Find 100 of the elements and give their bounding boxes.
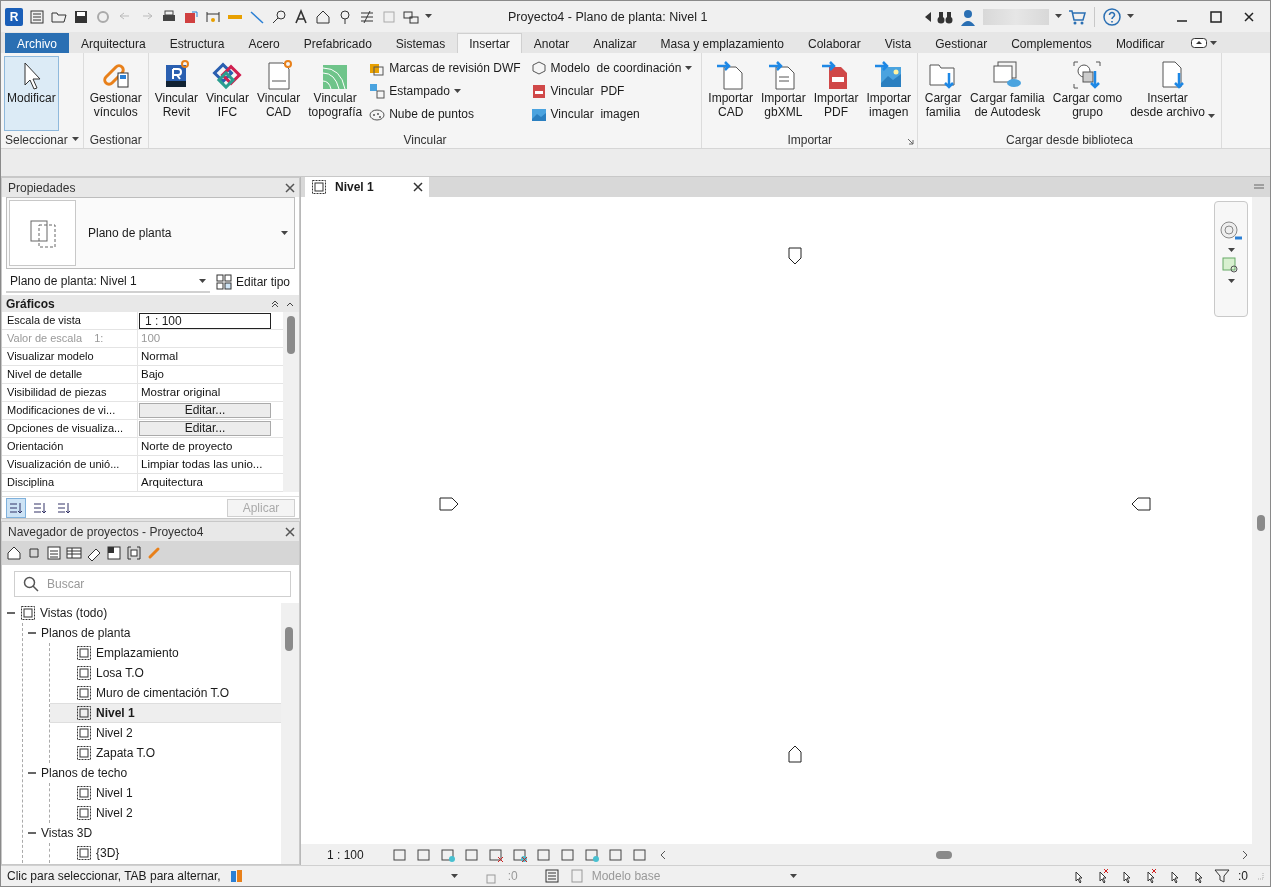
ribbon-tab[interactable]: Acero bbox=[236, 33, 292, 53]
properties-icon[interactable] bbox=[29, 8, 45, 25]
ribbon-tool[interactable]: Vincular Revit bbox=[151, 56, 201, 131]
ribbon-tab[interactable]: Prefabricado bbox=[291, 33, 384, 53]
thin-lines-icon[interactable] bbox=[359, 8, 375, 25]
file-menu-tab[interactable]: Archivo bbox=[5, 33, 69, 53]
help-icon[interactable] bbox=[1103, 7, 1121, 26]
window-close-icon[interactable] bbox=[1244, 11, 1254, 22]
save-icon[interactable] bbox=[73, 8, 89, 25]
tree-item[interactable]: Nivel 2 bbox=[50, 803, 281, 823]
group-icon[interactable] bbox=[126, 545, 142, 561]
type-selector[interactable]: Plano de planta bbox=[6, 197, 295, 269]
cart-icon[interactable] bbox=[1068, 8, 1086, 25]
schedule-icon[interactable] bbox=[46, 545, 62, 561]
scrollbar[interactable] bbox=[283, 312, 299, 492]
navigation-bar[interactable] bbox=[1214, 201, 1248, 317]
tree-item[interactable]: Vistas 3D bbox=[23, 823, 281, 843]
view-scale[interactable]: 1 : 100 bbox=[327, 847, 364, 862]
property-value[interactable]: Arquitectura bbox=[138, 474, 283, 491]
ribbon-tool[interactable]: Cargar como grupo bbox=[1049, 56, 1126, 131]
ribbon-tool[interactable]: Marcas de revisión DWF bbox=[369, 58, 525, 78]
maximize-icon[interactable] bbox=[1210, 10, 1222, 23]
instance-dropdown[interactable]: Plano de planta: Nivel 1 bbox=[6, 271, 210, 293]
ribbon-tab[interactable]: Colaborar bbox=[795, 33, 873, 53]
left-arrow-icon[interactable] bbox=[925, 11, 931, 22]
worksets-icon[interactable] bbox=[228, 868, 245, 884]
ribbon-tool[interactable]: Importar gbXML bbox=[758, 56, 809, 131]
crop-view-icon[interactable] bbox=[487, 846, 504, 863]
tree-item[interactable]: Nivel 2 bbox=[50, 723, 281, 743]
home-icon[interactable] bbox=[315, 8, 331, 25]
panel-close-icon[interactable] bbox=[285, 182, 295, 193]
edit-type-button[interactable]: Editar tipo bbox=[216, 274, 291, 290]
scrollbar-thumb[interactable] bbox=[935, 851, 952, 859]
design-options-icon[interactable] bbox=[543, 868, 560, 884]
export-icon[interactable] bbox=[183, 8, 199, 25]
ribbon-tab[interactable]: Anotar bbox=[521, 33, 582, 53]
scrollbar-thumb[interactable] bbox=[1257, 515, 1265, 531]
family-icon[interactable] bbox=[106, 545, 122, 561]
lock-view-icon[interactable] bbox=[583, 846, 600, 863]
scroll-left-icon[interactable] bbox=[659, 849, 666, 860]
ribbon-tab[interactable]: Insertar bbox=[457, 33, 522, 53]
show-crop-icon[interactable] bbox=[511, 846, 528, 863]
edit-button[interactable]: Editar... bbox=[139, 403, 271, 418]
ribbon-tool[interactable]: Vincular IFC bbox=[202, 56, 252, 131]
ribbon-tab[interactable]: Analizar bbox=[581, 33, 649, 53]
switch-windows-icon[interactable] bbox=[403, 8, 419, 25]
ribbon-tool[interactable]: Insertar desde archivo bbox=[1127, 56, 1218, 131]
text-tool-icon[interactable] bbox=[293, 8, 309, 25]
ribbon-tool[interactable]: Vincular CAD bbox=[254, 56, 304, 131]
ribbon-toggle-icon[interactable] bbox=[1190, 38, 1207, 48]
property-value[interactable]: Norte de proyecto bbox=[138, 438, 283, 455]
ribbon-tool[interactable]: Importar imagen bbox=[863, 56, 915, 131]
ribbon-tool[interactable]: Vincular imagen bbox=[530, 104, 697, 124]
ribbon-tool[interactable]: Nube de puntos bbox=[369, 104, 525, 124]
dialog-launcher-icon[interactable] bbox=[907, 138, 915, 145]
scrollbar-thumb[interactable] bbox=[285, 627, 293, 651]
user-icon[interactable] bbox=[959, 7, 977, 26]
tree-item[interactable]: Planos de techo bbox=[23, 763, 281, 783]
ribbon-tool[interactable]: Importar PDF bbox=[810, 56, 862, 131]
ribbon-tool[interactable]: Modelo de coordinación bbox=[530, 58, 697, 78]
ribbon-tool[interactable]: Cargar familia bbox=[921, 56, 966, 131]
ribbon-tab[interactable]: Sistemas bbox=[383, 33, 458, 53]
ribbon-tool[interactable]: Estampado bbox=[369, 81, 525, 101]
table-icon[interactable] bbox=[66, 545, 82, 561]
tree-item[interactable]: {3D} bbox=[50, 843, 281, 863]
ribbon-tab[interactable]: Modificar bbox=[1103, 33, 1177, 53]
ribbon-tool[interactable]: Vincular topografía bbox=[305, 56, 366, 131]
scroll-right-icon[interactable] bbox=[1242, 849, 1248, 860]
ribbon-tool[interactable]: Modificar bbox=[4, 56, 59, 131]
diagonal-line-icon[interactable] bbox=[249, 8, 265, 25]
ribbon-tab[interactable]: Estructura bbox=[157, 33, 237, 53]
scrollbar[interactable] bbox=[281, 603, 299, 864]
panel-close-icon[interactable] bbox=[285, 526, 295, 537]
ribbon-tool[interactable]: Gestionar vínculos bbox=[86, 56, 145, 131]
tree-item[interactable]: Emplazamiento bbox=[50, 643, 281, 663]
scale-field[interactable]: 1 : 100 bbox=[139, 313, 271, 329]
edit-button[interactable]: Editar... bbox=[139, 421, 271, 436]
ribbon-tab[interactable]: Masa y emplazamiento bbox=[648, 33, 796, 53]
tab-close-icon[interactable] bbox=[413, 182, 423, 192]
scrollbar[interactable] bbox=[1252, 197, 1270, 844]
panel-title[interactable]: Seleccionar bbox=[5, 132, 68, 147]
section-icon[interactable] bbox=[337, 8, 353, 25]
sun-path-icon[interactable] bbox=[439, 846, 456, 863]
scrollbar-thumb[interactable] bbox=[287, 316, 295, 354]
tree-item[interactable]: Muro de cimentación T.O bbox=[50, 683, 281, 703]
view-tab[interactable]: Nivel 1 bbox=[305, 177, 429, 197]
ribbon-tool[interactable]: Cargar familia de Autodesk bbox=[967, 56, 1048, 131]
ribbon-tab[interactable]: Arquitectura bbox=[69, 33, 158, 53]
tree-item[interactable]: Planos de planta bbox=[23, 623, 281, 643]
property-value[interactable]: Mostrar original bbox=[138, 384, 283, 401]
tree-item[interactable]: Losa T.O bbox=[50, 663, 281, 683]
filter-icon[interactable] bbox=[1214, 868, 1230, 884]
ribbon-tool[interactable]: Importar CAD bbox=[705, 56, 757, 131]
home-icon[interactable] bbox=[6, 545, 22, 561]
property-value[interactable]: Limpiar todas las unio... bbox=[138, 456, 283, 473]
property-value[interactable]: Bajo bbox=[138, 366, 283, 383]
property-value[interactable]: Normal bbox=[138, 348, 283, 365]
app-logo[interactable]: R bbox=[5, 7, 23, 26]
zoom-region-icon[interactable] bbox=[1222, 257, 1240, 275]
tree-item[interactable]: Nivel 1 bbox=[50, 703, 281, 723]
